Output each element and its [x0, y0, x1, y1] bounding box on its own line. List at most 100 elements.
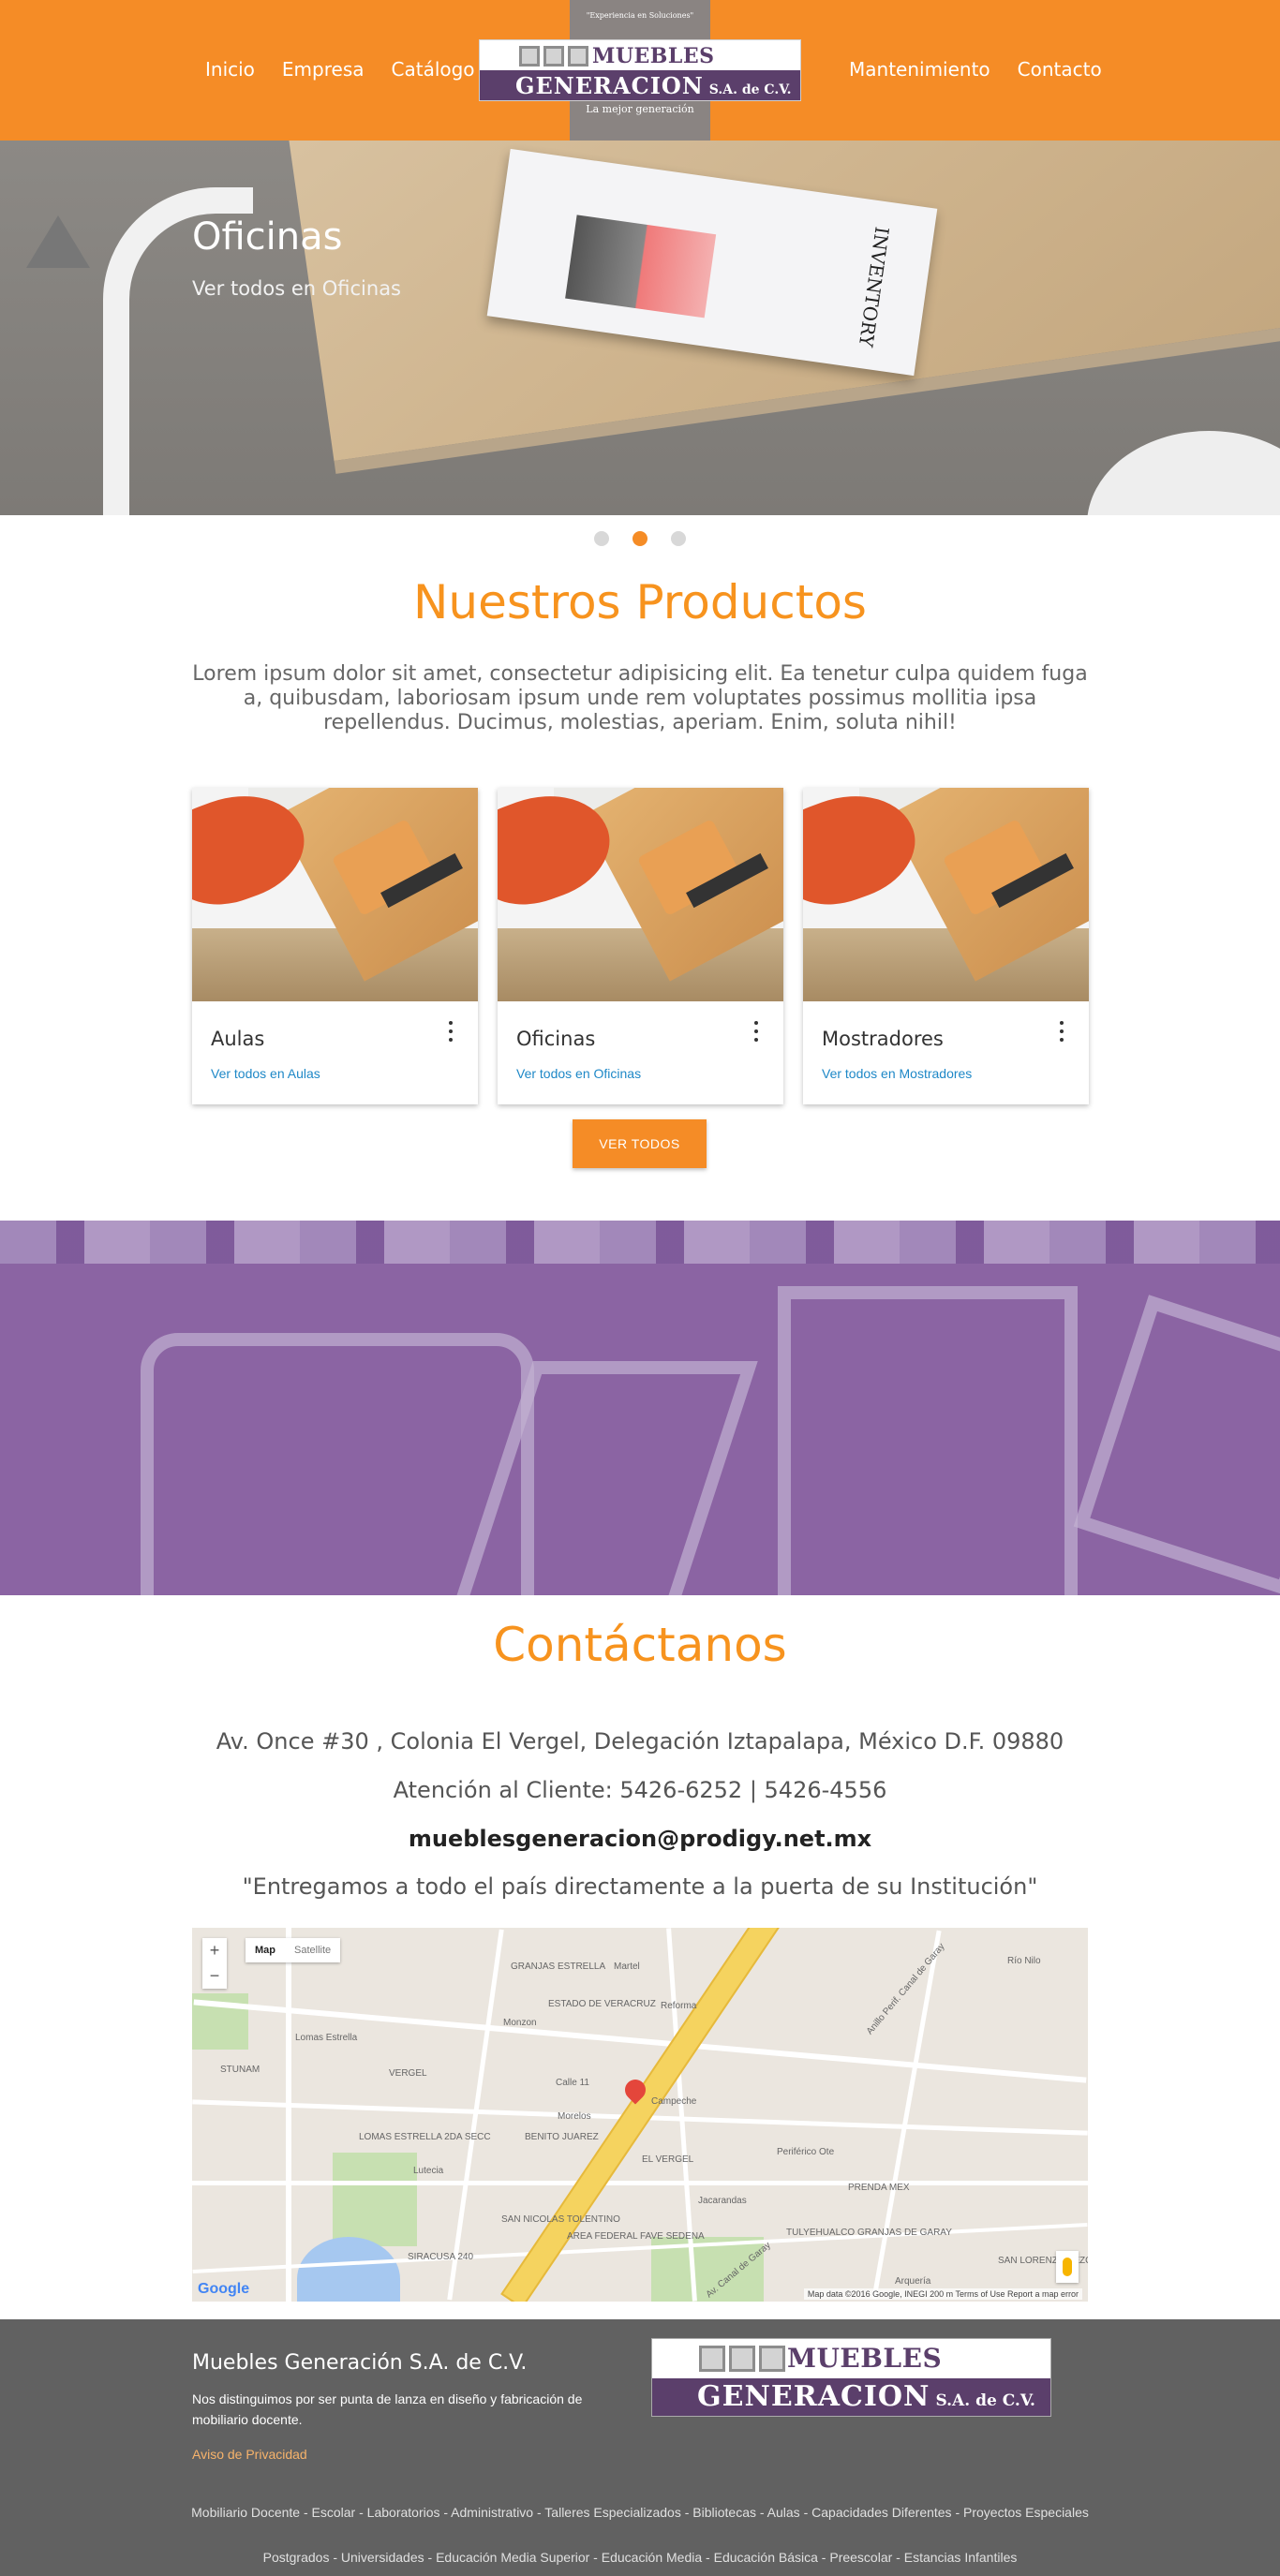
logo-word-muebles: MUEBLES — [592, 44, 715, 68]
logo-band: GENERACION S.A. de C.V. — [480, 70, 800, 100]
more-vert-icon[interactable] — [754, 1021, 760, 1042]
product-card-title: Aulas — [211, 1028, 265, 1050]
footer-link[interactable]: Talleres Especializados — [544, 2505, 681, 2520]
logo-squares-icon — [519, 46, 588, 67]
slider-dot-2[interactable] — [633, 531, 647, 546]
map-label: Anillo Perif. Canal de Garay — [864, 1941, 947, 2037]
hero-chair-image-2 — [1087, 431, 1280, 515]
map-label: ESTADO DE VERACRUZ — [548, 1999, 656, 2009]
footer-link[interactable]: Mobiliario Docente — [191, 2505, 300, 2520]
map-type-satellite-button[interactable]: Satellite — [285, 1938, 340, 1962]
map-label: Reforma — [661, 2001, 697, 2011]
more-vert-icon[interactable] — [449, 1021, 454, 1042]
product-card-link[interactable]: Ver todos en Oficinas — [516, 1066, 641, 1081]
link-separator: - — [533, 2505, 545, 2520]
product-card-aulas[interactable]: Aulas Ver todos en Aulas — [192, 788, 478, 1104]
slider-dot-1[interactable] — [594, 531, 609, 546]
link-separator: - — [424, 2550, 437, 2565]
map-label: VERGEL — [389, 2068, 427, 2079]
view-all-button[interactable]: VER TODOS — [573, 1119, 707, 1168]
zoom-out-button[interactable]: − — [202, 1963, 227, 1989]
logo-suffix: S.A. de C.V. — [708, 82, 792, 97]
hero-slider[interactable]: INVENTORY Oficinas Ver todos en Oficinas — [0, 141, 1280, 515]
footer-link[interactable]: Educación Media Superior — [436, 2550, 589, 2565]
logo-word-muebles: MUEBLES — [787, 2343, 943, 2374]
product-card-oficinas[interactable]: Oficinas Ver todos en Oficinas — [498, 788, 783, 1104]
hero-decor-triangle — [26, 215, 90, 268]
nav-link-contacto[interactable]: Contacto — [1018, 58, 1102, 81]
contact-title: Contáctanos — [493, 1618, 787, 1672]
nav-link-catalogo[interactable]: Catálogo — [392, 58, 475, 81]
site-logo[interactable]: MUEBLES GENERACION S.A. de C.V. — [479, 39, 801, 101]
map-label: TULYEHUALCO GRANJAS DE GARAY — [786, 2228, 952, 2238]
footer-link[interactable]: Estancias Infantiles — [904, 2550, 1018, 2565]
footer-link[interactable]: Bibliotecas — [692, 2505, 756, 2520]
map-label: Jacarandas — [698, 2196, 747, 2206]
map-attribution[interactable]: Map data ©2016 Google, INEGI 200 m Terms… — [803, 2288, 1082, 2300]
contact-phone: Atención al Cliente: 5426-6252 | 5426-45… — [393, 1777, 887, 1803]
link-separator: - — [329, 2550, 341, 2565]
footer-link[interactable]: Postgrados — [263, 2550, 330, 2565]
map-label: Martel — [614, 1962, 640, 1972]
map-type-control: Map Satellite — [246, 1938, 341, 1962]
pegman-icon[interactable] — [1056, 2251, 1079, 2283]
site-header: Inicio Empresa Catálogo "Experiencia en … — [0, 0, 1280, 141]
footer-description: Nos distinguimos por ser punta de lanza … — [192, 2391, 583, 2427]
nav-left: Inicio Empresa Catálogo — [205, 58, 475, 81]
map-label: PRENDA MEX — [848, 2183, 910, 2193]
parallax-logo-band — [0, 1221, 1280, 1595]
zoom-in-button[interactable]: + — [202, 1938, 227, 1963]
footer-link[interactable]: Escolar — [312, 2505, 356, 2520]
product-card-image — [192, 788, 478, 1001]
contact-address: Av. Once #30 , Colonia El Vergel, Delega… — [216, 1728, 1064, 1754]
footer-links-row-1: Mobiliario Docente - Escolar - Laborator… — [0, 2505, 1280, 2520]
map-zoom-controls: + − — [202, 1938, 227, 1989]
contact-email[interactable]: mueblesgeneracion@prodigy.net.mx — [0, 1826, 1280, 1852]
nav-link-inicio[interactable]: Inicio — [205, 58, 255, 81]
logo-word-generacion: GENERACION — [697, 2380, 930, 2413]
nav-link-empresa[interactable]: Empresa — [282, 58, 365, 81]
link-separator: - — [680, 2505, 693, 2520]
site-footer: Muebles Generación S.A. de C.V. Nos dist… — [0, 2319, 1280, 2576]
band-strip — [0, 1221, 1280, 1264]
google-logo: Google — [198, 2281, 250, 2297]
footer-link[interactable]: Educación Básica — [714, 2550, 818, 2565]
product-card-link[interactable]: Ver todos en Mostradores — [822, 1066, 972, 1081]
map-type-map-button[interactable]: Map — [246, 1938, 285, 1962]
nav-right: Mantenimiento Contacto — [849, 58, 1102, 81]
footer-link[interactable]: Preescolar — [829, 2550, 892, 2565]
slider-dot-3[interactable] — [671, 531, 686, 546]
link-separator: - — [799, 2505, 812, 2520]
map-label: LOMAS ESTRELLA 2DA SECC — [359, 2132, 491, 2142]
footer-link[interactable]: Laboratorios — [367, 2505, 440, 2520]
hero-subtitle-link[interactable]: Ver todos en Oficinas — [192, 277, 401, 300]
footer-links-row-2: Postgrados - Universidades - Educación M… — [0, 2550, 1280, 2565]
map-label: GRANJAS ESTRELLA — [511, 1962, 606, 1972]
logo-slogan: La mejor generación — [586, 103, 694, 115]
link-separator: - — [702, 2550, 714, 2565]
footer-link[interactable]: Proyectos Especiales — [963, 2505, 1089, 2520]
map-label: Periférico Ote — [777, 2147, 835, 2157]
logo-tagline: "Experiencia en Soluciones" — [586, 11, 694, 20]
map-label: AREA FEDERAL FAVE SEDENA — [567, 2231, 705, 2242]
map-label: Lutecia — [413, 2166, 444, 2176]
product-card-link[interactable]: Ver todos en Aulas — [211, 1066, 320, 1081]
logo-suffix: S.A. de C.V. — [935, 2391, 1035, 2410]
link-separator: - — [755, 2505, 767, 2520]
footer-link[interactable]: Administrativo — [451, 2505, 533, 2520]
location-map[interactable]: GRANJAS ESTRELLA ESTADO DE VERACRUZ Refo… — [192, 1928, 1088, 2302]
product-card-image — [498, 788, 783, 1001]
nav-link-mantenimiento[interactable]: Mantenimiento — [849, 58, 990, 81]
slider-dots — [594, 531, 686, 546]
product-card-mostradores[interactable]: Mostradores Ver todos en Mostradores — [803, 788, 1089, 1104]
hero-magazine-title: INVENTORY — [854, 225, 894, 348]
product-card-title: Oficinas — [516, 1028, 596, 1050]
map-label: Morelos — [558, 2111, 591, 2122]
privacy-link[interactable]: Aviso de Privacidad — [192, 2447, 307, 2462]
footer-link[interactable]: Universidades — [341, 2550, 424, 2565]
more-vert-icon[interactable] — [1060, 1021, 1065, 1042]
link-separator: - — [439, 2505, 452, 2520]
footer-link[interactable]: Educación Media — [602, 2550, 702, 2565]
footer-link[interactable]: Aulas — [767, 2505, 800, 2520]
footer-link[interactable]: Capacidades Diferentes — [811, 2505, 951, 2520]
